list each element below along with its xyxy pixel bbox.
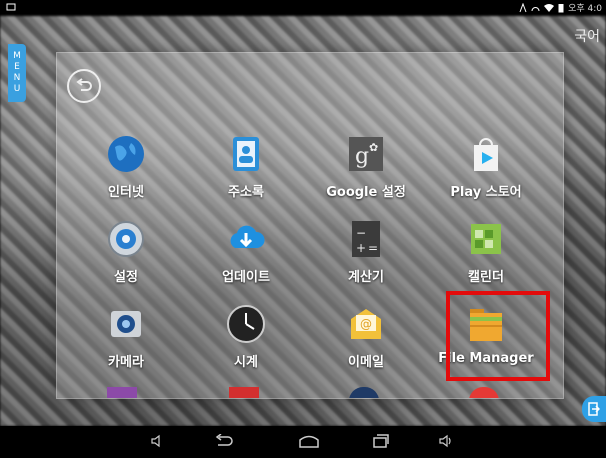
app-clock[interactable]: 시계 — [191, 303, 301, 370]
partial-app-icon[interactable] — [349, 387, 379, 398]
calendar-icon — [465, 218, 507, 260]
notification-icon — [6, 3, 16, 11]
app-label: 캘린더 — [468, 270, 504, 285]
app-play-store[interactable]: Play 스토어 — [431, 133, 541, 200]
app-label: 인터넷 — [108, 185, 144, 200]
back-icon[interactable] — [214, 434, 234, 448]
menu-tab[interactable]: M E N U — [8, 44, 26, 102]
app-contacts[interactable]: 주소록 — [191, 133, 301, 200]
partial-app-icon[interactable] — [469, 387, 499, 398]
home-icon[interactable] — [298, 434, 320, 448]
highlight-box — [446, 291, 550, 381]
app-label: 카메라 — [108, 355, 144, 370]
exit-button[interactable] — [582, 396, 606, 422]
app-camera[interactable]: 카메라 — [71, 303, 181, 370]
clock-icon — [225, 303, 267, 345]
nfc-icon — [519, 2, 527, 12]
email-icon: @ — [345, 303, 387, 345]
language-label: 국어 — [574, 29, 600, 45]
app-google-settings[interactable]: g ✿ Google 설정 — [311, 133, 421, 200]
volume-down-icon[interactable] — [150, 434, 164, 448]
menu-letter: N — [13, 73, 21, 83]
menu-letter: U — [13, 84, 21, 94]
app-calculator[interactable]: − + = 계산기 — [311, 218, 421, 285]
globe-icon — [105, 133, 147, 175]
app-label: Play 스토어 — [450, 185, 522, 200]
status-icons: 오후 4:0 — [519, 1, 602, 14]
contacts-icon — [225, 133, 267, 175]
app-label: 이메일 — [348, 355, 384, 370]
navigation-bar — [0, 426, 606, 458]
clock-time: 오후 4:0 — [568, 4, 602, 14]
settings-gear-icon — [105, 218, 147, 260]
app-label: 업데이트 — [222, 270, 270, 285]
wifi-icon — [544, 3, 555, 12]
svg-text:g: g — [355, 144, 369, 169]
svg-text:@: @ — [360, 317, 372, 331]
google-settings-icon: g ✿ — [345, 133, 387, 175]
app-internet[interactable]: 인터넷 — [71, 133, 181, 200]
app-label: 시계 — [234, 355, 258, 370]
back-arrow-icon — [76, 78, 92, 91]
app-settings[interactable]: 설정 — [71, 218, 181, 285]
volume-up-icon[interactable] — [438, 434, 454, 448]
svg-text:✿: ✿ — [369, 141, 378, 154]
svg-text:−: − — [356, 226, 366, 240]
app-label: 주소록 — [228, 185, 264, 200]
partial-app-icon[interactable] — [107, 387, 137, 398]
status-bar: 오후 4:0 — [0, 0, 606, 16]
cloud-download-icon — [225, 218, 267, 260]
menu-letter: M — [13, 51, 21, 61]
play-store-icon — [465, 133, 507, 175]
app-label: Google 설정 — [326, 185, 406, 200]
app-label: 설정 — [114, 270, 138, 285]
app-calendar[interactable]: 캘린더 — [431, 218, 541, 285]
svg-text:=: = — [368, 241, 378, 255]
recent-apps-icon[interactable] — [372, 434, 390, 448]
exit-icon — [588, 402, 600, 416]
alarm-icon — [531, 6, 540, 11]
partial-app-icon[interactable] — [229, 387, 259, 398]
camera-icon — [105, 303, 147, 345]
svg-text:+: + — [356, 241, 366, 255]
calculator-icon: − + = — [345, 218, 387, 260]
app-email[interactable]: @ 이메일 — [311, 303, 421, 370]
battery-icon — [558, 3, 564, 12]
back-button[interactable] — [67, 69, 101, 103]
app-label: 계산기 — [348, 270, 384, 285]
menu-letter: E — [14, 62, 20, 72]
app-update[interactable]: 업데이트 — [191, 218, 301, 285]
